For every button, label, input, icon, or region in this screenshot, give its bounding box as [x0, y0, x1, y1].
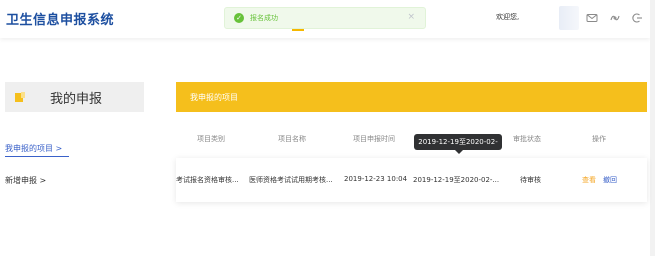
column-header-action: 操作	[592, 135, 606, 143]
column-header-status: 审批状态	[513, 135, 541, 143]
cell-status: 待审核	[520, 176, 541, 184]
column-header-apply-time: 项目申报时间	[353, 135, 395, 143]
logout-icon[interactable]	[630, 11, 644, 25]
panel-header: 我申报的项目	[176, 82, 647, 112]
toast-close-icon[interactable]: ×	[407, 12, 415, 23]
period-tooltip: 2019-12-19至2020-02-24	[414, 134, 502, 162]
settings-icon[interactable]	[608, 11, 622, 25]
panel-title: 我申报的项目	[190, 93, 238, 102]
sidebar-title: 我的申报	[50, 92, 103, 107]
cell-name: 医师资格考试试用期考核...	[249, 176, 333, 184]
mail-icon[interactable]	[585, 11, 599, 25]
sidebar-active-underline	[5, 156, 69, 157]
avatar[interactable]	[559, 6, 579, 30]
success-toast: ✓ 报名成功 ×	[224, 7, 426, 29]
sidebar-item-new-application[interactable]: 新增申报 >	[5, 175, 46, 186]
welcome-text: 欢迎您,	[496, 13, 520, 21]
view-link[interactable]: 查看	[582, 175, 596, 185]
cell-category: 考试报名资格审核...	[176, 176, 239, 184]
cell-period: 2019-12-19至2020-02-...	[413, 176, 500, 184]
folder-icon	[15, 92, 25, 102]
top-bar: 卫生信息申报系统 ✓ 报名成功 × 欢迎您,	[0, 0, 650, 38]
check-circle-icon: ✓	[234, 13, 244, 23]
sidebar-item-my-projects[interactable]: 我申报的项目 >	[5, 143, 62, 154]
column-header-category: 项目类别	[197, 135, 225, 143]
cell-apply-time: 2019-12-23 10:04	[344, 175, 408, 183]
toast-message: 报名成功	[250, 14, 278, 22]
app-title: 卫生信息申报系统	[6, 13, 115, 28]
tooltip-arrow	[455, 150, 463, 154]
right-scroll-track	[650, 0, 655, 256]
sidebar-header: 我的申报	[5, 82, 144, 112]
column-header-name: 项目名称	[278, 135, 306, 143]
nav-active-indicator	[292, 29, 304, 31]
withdraw-link[interactable]: 撤回	[603, 175, 617, 185]
table-row	[176, 158, 647, 202]
